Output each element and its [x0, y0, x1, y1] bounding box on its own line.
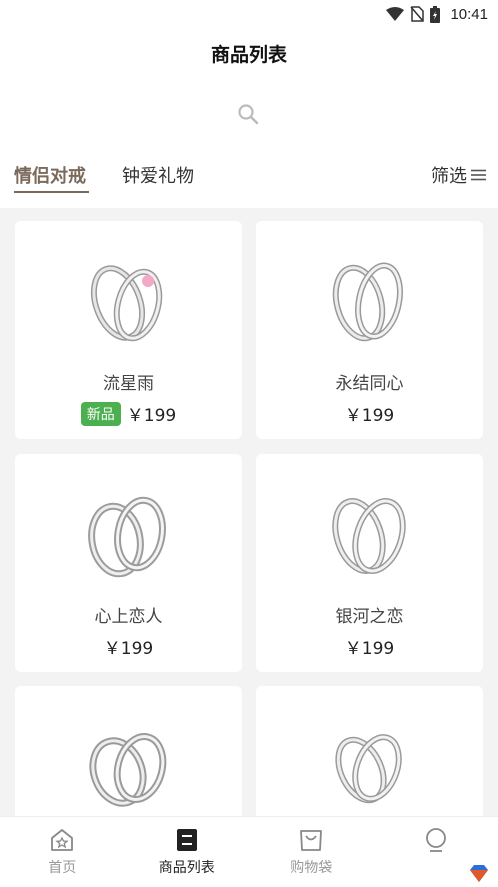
product-card[interactable] — [15, 686, 242, 816]
ring-image — [332, 498, 406, 574]
product-card[interactable]: 心上恋人 ￥199 — [15, 454, 242, 672]
product-name: 银河之恋 — [335, 607, 404, 627]
home-icon — [51, 829, 74, 851]
ring-image — [332, 262, 403, 342]
no-sim-icon — [410, 6, 425, 22]
product-card[interactable]: 永结同心 ￥199 — [256, 221, 483, 439]
diamond-logo-icon — [470, 865, 488, 882]
tab-gifts[interactable]: 钟爱礼物 — [122, 162, 194, 188]
product-price: ￥199 — [126, 406, 177, 426]
product-card[interactable]: 流星雨 新品 ￥199 — [15, 221, 242, 439]
wifi-icon — [386, 7, 405, 21]
price-row: 新品 ￥199 — [15, 401, 242, 426]
ring-image — [90, 265, 163, 342]
watermark-logo — [468, 863, 490, 883]
price-row: ￥199 — [256, 634, 483, 659]
new-badge: 新品 — [80, 401, 121, 426]
nav-product-list-label: 商品列表 — [158, 860, 215, 876]
tab-couple-rings[interactable]: 情侣对戒 — [14, 162, 86, 188]
product-price: ￥199 — [344, 639, 395, 659]
product-name: 流星雨 — [103, 374, 154, 394]
bottom-nav: 首页 商品列表 购物袋 — [0, 816, 498, 887]
price-row: ￥199 — [256, 401, 483, 426]
product-price: ￥199 — [103, 639, 154, 659]
profile-icon — [425, 828, 446, 852]
product-name: 心上恋人 — [94, 607, 163, 627]
menu-lines-icon — [471, 169, 486, 181]
nav-shopping-bag[interactable]: 购物袋 — [249, 817, 374, 887]
page-title: 商品列表 — [210, 44, 287, 66]
battery-icon — [430, 5, 441, 23]
tab-active-indicator — [14, 191, 89, 193]
search-icon[interactable] — [237, 103, 259, 125]
ring-image — [89, 733, 167, 807]
nav-home[interactable]: 首页 — [0, 817, 125, 887]
nav-home-label: 首页 — [48, 860, 77, 876]
nav-shopping-bag-label: 购物袋 — [290, 860, 333, 876]
product-name: 永结同心 — [335, 374, 404, 394]
bag-icon — [300, 830, 323, 851]
ring-image — [335, 734, 402, 804]
category-tabs: 情侣对戒 钟爱礼物 筛选 — [0, 156, 498, 200]
product-grid: 流星雨 新品 ￥199 永结同心 ￥199 心上恋人 ￥199 银河之恋 ￥19… — [0, 208, 498, 816]
product-card[interactable] — [256, 686, 483, 816]
product-card[interactable]: 银河之恋 ￥199 — [256, 454, 483, 672]
product-price: ￥199 — [344, 406, 395, 426]
status-time: 10:41 — [450, 5, 488, 23]
filter-button[interactable]: 筛选 — [431, 162, 486, 188]
filter-label: 筛选 — [431, 166, 467, 187]
nav-product-list[interactable]: 商品列表 — [125, 817, 250, 887]
status-bar: 10:41 — [0, 0, 498, 28]
ring-image — [88, 496, 166, 578]
list-icon — [176, 829, 197, 851]
price-row: ￥199 — [15, 634, 242, 659]
